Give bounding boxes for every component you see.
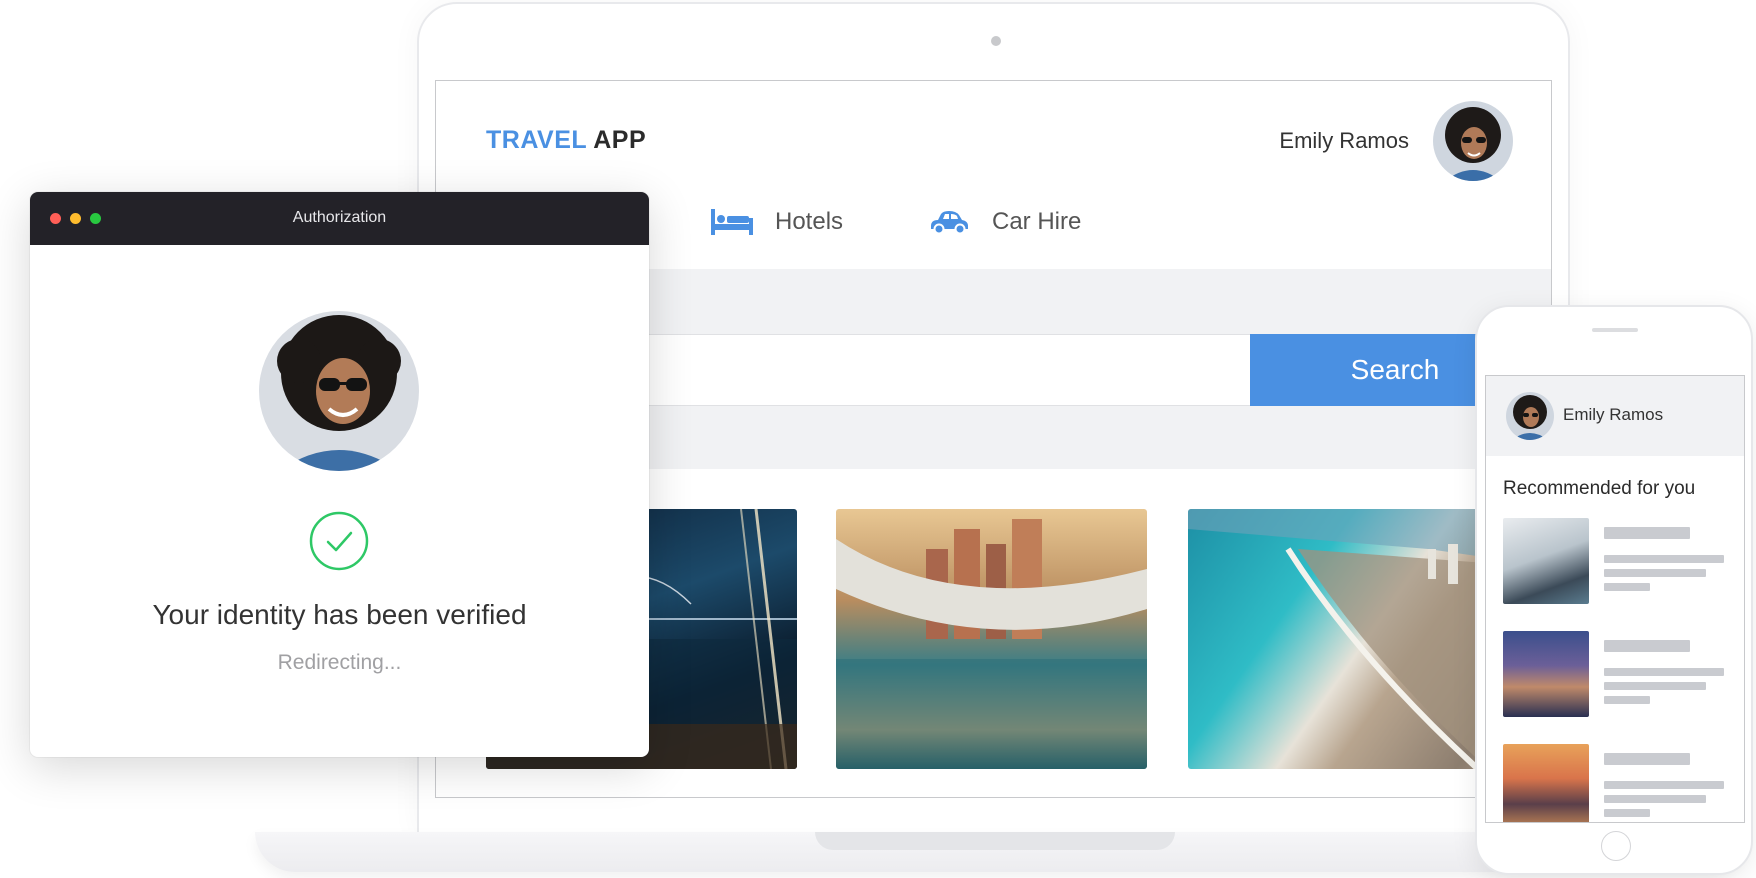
placeholder-line — [1604, 555, 1724, 563]
phone-profile-header: Emily Ramos — [1486, 376, 1744, 456]
checkmark-icon — [309, 511, 369, 571]
redirect-status: Redirecting... — [277, 651, 402, 674]
placeholder-line — [1604, 696, 1650, 704]
verification-status: Your identity has been verified — [152, 599, 527, 630]
city-photo — [836, 519, 1147, 769]
car-icon — [931, 211, 968, 234]
brand-app: APP — [593, 126, 647, 154]
placeholder-line — [1604, 527, 1690, 539]
window-title: Authorization — [292, 209, 387, 226]
phone-screen: Emily Ramos Recommended for you — [1485, 375, 1745, 823]
placeholder-line — [1604, 753, 1690, 765]
home-button[interactable] — [1601, 831, 1631, 861]
camera-icon — [991, 36, 1001, 46]
authorization-window: Authorization Your identity has been ver… — [30, 192, 649, 757]
placeholder-line — [1604, 795, 1706, 803]
recommendation-thumbnail — [1503, 744, 1589, 822]
placeholder-line — [1604, 569, 1706, 577]
app-logo[interactable]: TRAVEL APP — [486, 126, 646, 155]
placeholder-line — [1604, 809, 1650, 817]
recommendation-thumbnail — [1503, 518, 1589, 604]
bed-icon — [711, 209, 753, 235]
phone-frame: Emily Ramos Recommended for you — [1475, 305, 1753, 875]
list-item[interactable] — [1503, 744, 1733, 822]
placeholder-line — [1604, 583, 1650, 591]
user-name[interactable]: Emily Ramos — [1279, 128, 1409, 154]
window-titlebar: Authorization — [30, 192, 649, 245]
list-item[interactable] — [1503, 631, 1733, 717]
phone-speaker — [1592, 328, 1638, 332]
list-item[interactable] — [1503, 518, 1733, 604]
tab-hotels[interactable]: Hotels — [711, 208, 843, 236]
laptop-notch — [815, 832, 1175, 850]
phone-user-name: Emily Ramos — [1563, 405, 1664, 424]
tab-car-hire-label: Car Hire — [992, 208, 1082, 235]
verified-user-avatar — [259, 311, 419, 471]
tab-car-hire[interactable]: Car Hire — [928, 208, 1081, 236]
recommended-heading: Recommended for you — [1503, 478, 1696, 499]
placeholder-line — [1604, 682, 1706, 690]
brand-travel: TRAVEL — [486, 126, 587, 154]
recommendation-thumbnail — [1503, 631, 1589, 717]
tab-hotels-label: Hotels — [775, 208, 844, 235]
phone-user-avatar[interactable] — [1506, 392, 1554, 440]
user-avatar[interactable] — [1433, 101, 1513, 181]
placeholder-line — [1604, 668, 1724, 676]
placeholder-line — [1604, 781, 1724, 789]
destination-card-city-reflection[interactable] — [836, 509, 1147, 769]
placeholder-line — [1604, 640, 1690, 652]
